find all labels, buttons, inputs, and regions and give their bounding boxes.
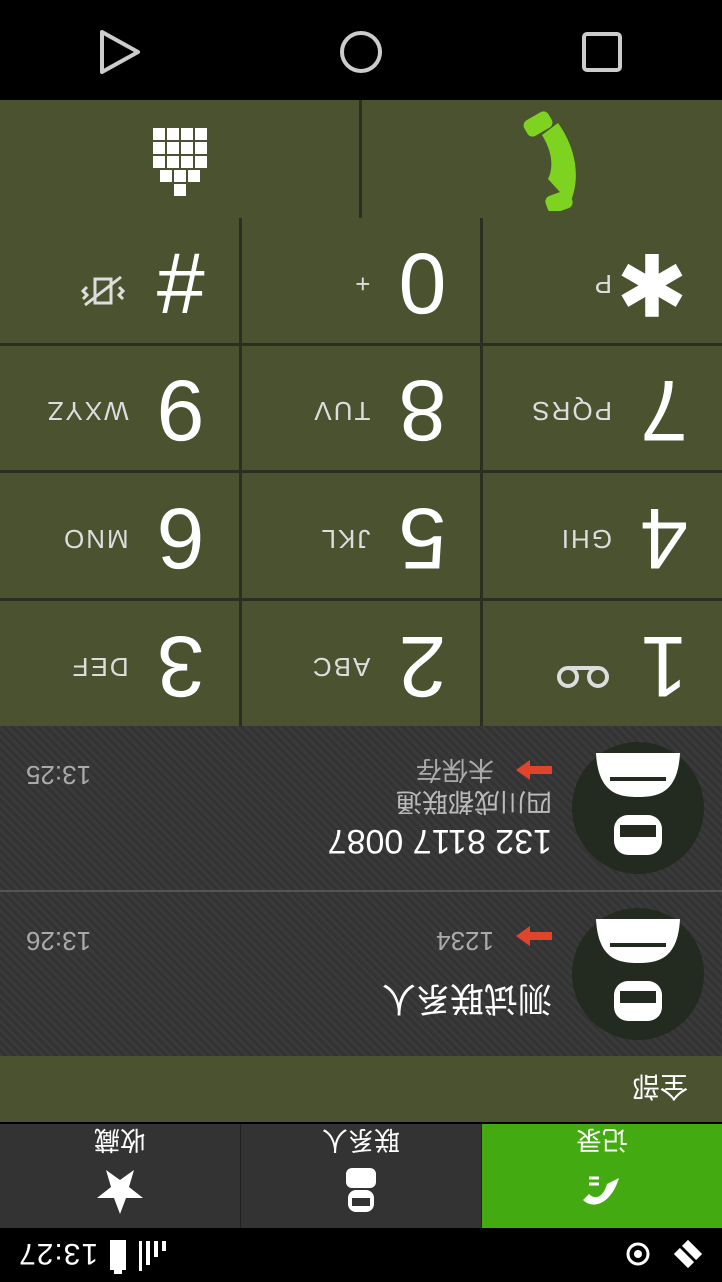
- key-letters: WXYZ: [45, 396, 129, 427]
- outgoing-arrow-icon: [516, 760, 552, 780]
- key-letters: DEF: [70, 652, 129, 682]
- key-digit: ✱: [615, 234, 688, 331]
- dialpad: 1 2 ABC 3 DEF 4 GHI 5 JKL 6 MNO 7 PQRS 8…: [0, 218, 722, 726]
- back-button[interactable]: [80, 10, 160, 90]
- key-digit: 6: [156, 490, 205, 587]
- key-letters: ABC: [310, 652, 371, 682]
- star-icon: [90, 1164, 150, 1218]
- number-location: 四川成都联通: [395, 787, 552, 817]
- call-button[interactable]: [362, 100, 722, 218]
- key-9[interactable]: 9 WXYZ: [0, 345, 239, 471]
- tab-bar: 记录 联系人 收藏: [0, 1124, 722, 1228]
- tab-label: 收藏: [94, 1125, 147, 1155]
- key-digit: 5: [398, 490, 447, 587]
- recents-icon: [580, 26, 624, 75]
- key-6[interactable]: 6 MNO: [0, 473, 239, 599]
- key-digit: 0: [398, 234, 447, 331]
- call-detail: 1234: [436, 926, 494, 956]
- contact-number: 132 8117 0087: [327, 822, 552, 860]
- key-digit: 2: [398, 618, 447, 714]
- avatar[interactable]: [572, 908, 704, 1040]
- key-digit: 1: [640, 618, 688, 714]
- call-time: 13:26: [26, 926, 92, 956]
- action-row: [0, 100, 722, 218]
- key-letters: PQRS: [530, 396, 612, 427]
- key-0[interactable]: 0 +: [241, 218, 481, 343]
- key-hash[interactable]: #: [0, 218, 239, 343]
- key-digit: #: [156, 234, 205, 331]
- tab-label: 记录: [576, 1125, 629, 1155]
- contacts-icon: [331, 1164, 391, 1218]
- outgoing-arrow-icon: [516, 926, 552, 946]
- key-1[interactable]: 1: [483, 601, 722, 726]
- navigation-bar: [0, 0, 722, 100]
- key-letters: TUV: [312, 396, 371, 427]
- filter-label: 全部: [631, 1071, 688, 1102]
- key-letters: P: [592, 268, 612, 299]
- key-letters: MNO: [62, 524, 129, 555]
- dialpad-icon: [152, 122, 207, 197]
- tab-favorites[interactable]: 收藏: [0, 1124, 240, 1228]
- dialpad-toggle-button[interactable]: [0, 100, 360, 218]
- dialer-screen: 13:27 记录 联系人 收藏 全部 测试联系人 1234 13:26 132 …: [0, 0, 722, 1282]
- call-log-entry[interactable]: 测试联系人 1234 13:26: [0, 890, 722, 1056]
- recents-button[interactable]: [562, 10, 642, 90]
- filter-bar[interactable]: 全部: [0, 1056, 722, 1122]
- key-3[interactable]: 3 DEF: [0, 601, 239, 726]
- call-log-entry[interactable]: 132 8117 0087 四川成都联通 未保存 13:25: [0, 724, 722, 890]
- key-digit: 4: [640, 490, 688, 587]
- back-icon: [98, 24, 142, 77]
- avatar[interactable]: [572, 742, 704, 874]
- key-2[interactable]: 2 ABC: [241, 601, 481, 726]
- call-time: 13:25: [26, 760, 92, 790]
- home-button[interactable]: [321, 10, 401, 90]
- key-5[interactable]: 5 JKL: [241, 473, 481, 599]
- status-bar: 13:27: [0, 1230, 722, 1282]
- sync-icon: [620, 1231, 656, 1272]
- key-digit: 3: [156, 618, 205, 714]
- key-7[interactable]: 7 PQRS: [483, 345, 722, 471]
- status-time: 13:27: [18, 1237, 99, 1271]
- battery-icon: [108, 1233, 128, 1274]
- key-digit: 7: [640, 362, 688, 459]
- call-detail: 未保存: [415, 755, 494, 785]
- satellite-icon: [670, 1231, 706, 1272]
- key-letters: +: [353, 268, 371, 299]
- contact-name: 测试联系人: [382, 979, 552, 1017]
- tab-contacts[interactable]: 联系人: [240, 1124, 481, 1228]
- vibrate-off-icon: [79, 268, 127, 309]
- key-digit: 9: [156, 362, 205, 459]
- home-icon: [337, 24, 385, 77]
- call-log-list: 测试联系人 1234 13:26 132 8117 0087 四川成都联通 未保…: [0, 724, 722, 1056]
- call-log-icon: [572, 1164, 632, 1218]
- voicemail-icon: [556, 657, 610, 692]
- tab-label: 联系人: [322, 1125, 401, 1155]
- key-letters: GHI: [559, 524, 612, 555]
- key-4[interactable]: 4 GHI: [483, 473, 722, 599]
- key-8[interactable]: 8 TUV: [241, 345, 481, 471]
- signal-icon: [138, 1234, 168, 1273]
- call-icon: [502, 107, 582, 214]
- tab-call-log[interactable]: 记录: [481, 1124, 722, 1228]
- key-digit: 8: [398, 362, 447, 459]
- key-star[interactable]: ✱ P: [483, 218, 722, 343]
- key-letters: JKL: [319, 524, 371, 555]
